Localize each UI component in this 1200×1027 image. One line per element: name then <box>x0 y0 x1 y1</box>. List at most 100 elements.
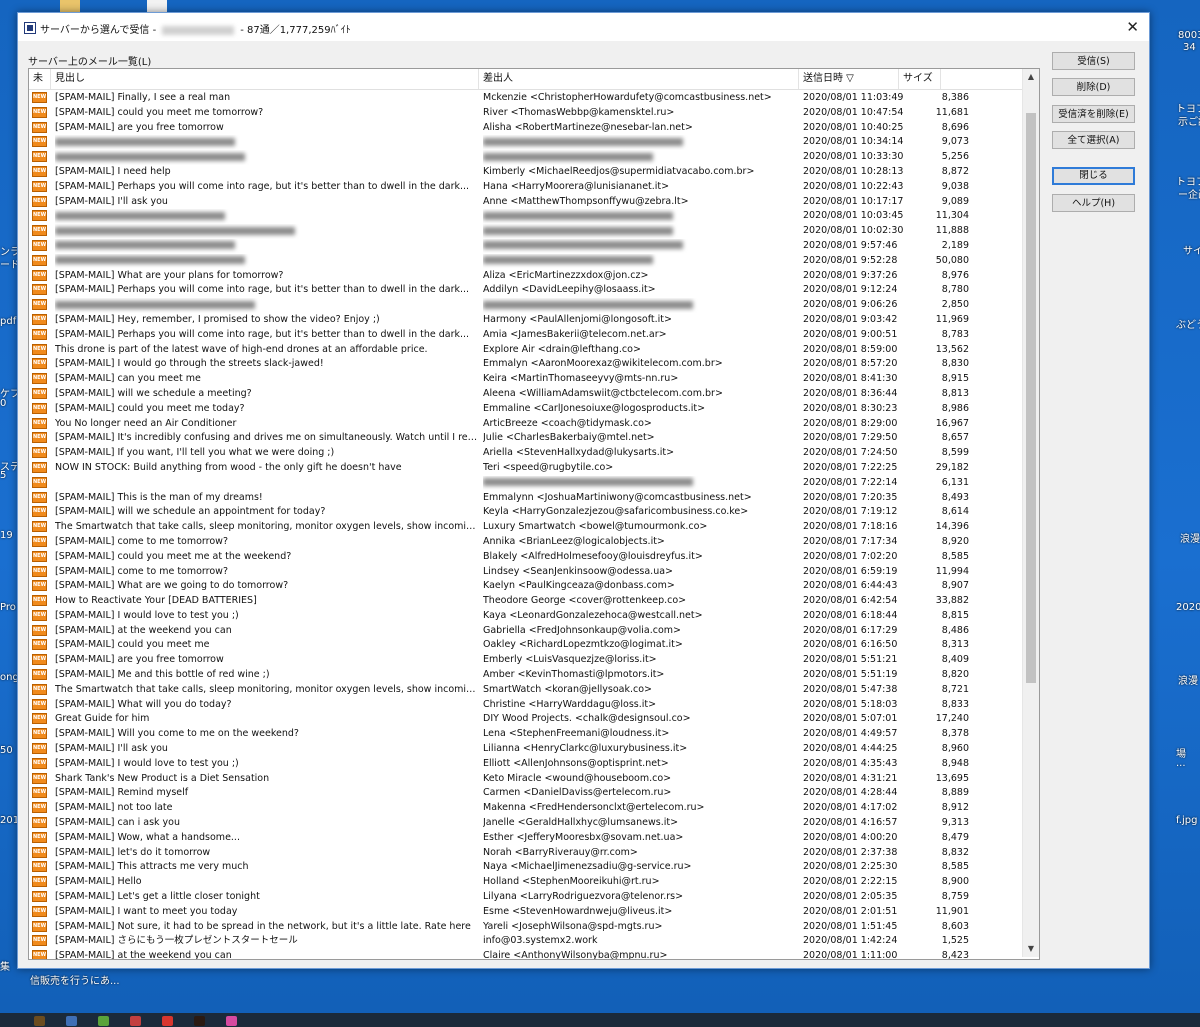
desktop-icon-label[interactable]: ー企画 <box>1178 186 1200 201</box>
mail-row[interactable]: NEW [SPAM-MAIL] This is the man of my dre… <box>29 491 1022 506</box>
mail-row[interactable]: NEW [SPAM-MAIL] What will you do today? Ch… <box>29 698 1022 713</box>
mail-row[interactable]: NEW [SPAM-MAIL] at the weekend you can Cla… <box>29 949 1022 959</box>
desktop-icon-label[interactable]: 浪漫 <box>1180 530 1200 545</box>
mail-row[interactable]: NEW [SPAM-MAIL] Perhaps you will come int… <box>29 328 1022 343</box>
mail-row[interactable]: NEW [SPAM-MAIL] I need help Kimberly <Mich… <box>29 165 1022 180</box>
mail-row[interactable]: NEW [SPAM-MAIL] will we schedule a meetin… <box>29 387 1022 402</box>
mail-row[interactable]: NEW [SPAM-MAIL] I would love to test you … <box>29 609 1022 624</box>
desktop-icon-label[interactable]: サイ <box>1183 242 1200 257</box>
column-header-unread[interactable]: 未 <box>29 69 51 89</box>
mail-row[interactable]: NEW [SPAM-MAIL] could you meet me tomorro… <box>29 106 1022 121</box>
desktop-icon-label[interactable]: pdf <box>0 316 16 327</box>
mail-row[interactable]: NEW [SPAM-MAIL] come to me tomorrow? Linds… <box>29 565 1022 580</box>
desktop-icon-label[interactable]: 8003 <box>1178 30 1200 41</box>
server-mail-list[interactable]: 未 見出し 差出人 送信日時 ▽ サイズ NEW [SPAM-MAIL] Fina… <box>28 68 1040 960</box>
title-bar[interactable]: サーバーから選んで受信 - - 87通／1,777,259ﾊﾞｲﾄ ✕ <box>18 13 1149 41</box>
desktop-icon-label[interactable]: 示ご説 <box>1178 113 1200 128</box>
mail-row[interactable]: NEW [SPAM-MAIL] can i ask you Janelle <Ger… <box>29 816 1022 831</box>
scroll-up-icon[interactable]: ▲ <box>1023 69 1039 85</box>
mail-row[interactable]: NEW 2020/08/01 10:33:30 5,256 <box>29 150 1022 165</box>
mail-row[interactable]: NEW [SPAM-MAIL] Will you come to me on th… <box>29 727 1022 742</box>
column-header-from[interactable]: 差出人 <box>479 69 799 89</box>
desktop-icon-label[interactable]: 50 <box>0 745 13 756</box>
desktop-icon-label[interactable]: Pro <box>0 602 16 613</box>
mail-row[interactable]: NEW 2020/08/01 10:34:14 9,073 <box>29 135 1022 150</box>
help-button[interactable]: ヘルプ(H) <box>1052 194 1135 212</box>
mail-row[interactable]: NEW [SPAM-MAIL] could you meet me today? E… <box>29 402 1022 417</box>
scroll-thumb[interactable] <box>1026 113 1036 683</box>
taskbar-app-icon[interactable] <box>194 1016 205 1026</box>
delete-button[interactable]: 削除(D) <box>1052 78 1135 96</box>
taskbar-app-icon[interactable] <box>226 1016 237 1026</box>
mail-row[interactable]: NEW [SPAM-MAIL] Hello Holland <StephenMoor… <box>29 875 1022 890</box>
desktop-icon-label[interactable]: ... <box>1176 758 1186 769</box>
mail-row[interactable]: NEW Shark Tank's New Product is a Diet Se… <box>29 772 1022 787</box>
mail-row[interactable]: NEW [SPAM-MAIL] Not sure, it had to be sp… <box>29 920 1022 935</box>
select-all-button[interactable]: 全て選択(A) <box>1052 131 1135 149</box>
desktop-icon-label[interactable]: ong <box>0 672 19 683</box>
mail-row[interactable]: NEW 2020/08/01 9:06:26 2,850 <box>29 298 1022 313</box>
taskbar-app-icon[interactable] <box>66 1016 77 1026</box>
mail-row[interactable]: NEW 2020/08/01 10:02:30 11,888 <box>29 224 1022 239</box>
desktop-icon-label[interactable]: 0 <box>0 398 6 409</box>
taskbar-app-icon[interactable] <box>162 1016 173 1026</box>
mail-row[interactable]: NEW [SPAM-MAIL] If you want, I'll tell yo… <box>29 446 1022 461</box>
mail-row[interactable]: NEW [SPAM-MAIL] I'll ask you Lilianna <Hen… <box>29 742 1022 757</box>
desktop-icon-label[interactable]: 19 <box>0 530 13 541</box>
mail-row[interactable]: NEW The Smartwatch that take calls, sleep… <box>29 683 1022 698</box>
mail-row[interactable]: NEW How to Reactivate Your [DEAD BATTERIE… <box>29 594 1022 609</box>
mail-row[interactable]: NEW This drone is part of the latest wave… <box>29 343 1022 358</box>
taskbar-app-icon[interactable] <box>34 1016 45 1026</box>
mail-row[interactable]: NEW [SPAM-MAIL] let's do it tomorrow Norah… <box>29 846 1022 861</box>
mail-row[interactable]: NEW [SPAM-MAIL] I would go through the st… <box>29 357 1022 372</box>
mail-row[interactable]: NEW 2020/08/01 7:22:14 6,131 <box>29 476 1022 491</box>
mail-row[interactable]: NEW [SPAM-MAIL] are you free tomorrow Alis… <box>29 121 1022 136</box>
desktop-icon-label[interactable]: 集 <box>0 958 10 973</box>
desktop-icon-label[interactable]: ぶどう <box>1176 316 1200 331</box>
mail-row[interactable]: NEW [SPAM-MAIL] Let's get a little closer… <box>29 890 1022 905</box>
vertical-scrollbar[interactable]: ▲ ▼ <box>1022 69 1039 957</box>
mail-row[interactable]: NEW [SPAM-MAIL] Perhaps you will come int… <box>29 283 1022 298</box>
column-header-size[interactable]: サイズ <box>899 69 941 89</box>
mail-row[interactable]: NEW [SPAM-MAIL] Finally, I see a real man… <box>29 91 1022 106</box>
mail-row[interactable]: NEW [SPAM-MAIL] I'll ask you Anne <Matthew… <box>29 195 1022 210</box>
mail-row[interactable]: NEW [SPAM-MAIL] Hey, remember, I promised… <box>29 313 1022 328</box>
close-button[interactable]: 閉じる <box>1052 167 1135 185</box>
mail-row[interactable]: NEW [SPAM-MAIL] could you meet me at the … <box>29 550 1022 565</box>
desktop-icon-label[interactable]: 5 <box>0 470 6 481</box>
scroll-down-icon[interactable]: ▼ <box>1023 941 1039 957</box>
desktop-icon-label[interactable]: 2020 <box>1176 602 1200 613</box>
mail-row[interactable]: NEW [SPAM-MAIL] Perhaps you will come int… <box>29 180 1022 195</box>
mail-row[interactable]: NEW [SPAM-MAIL] What are we going to do t… <box>29 579 1022 594</box>
mail-row[interactable]: NEW [SPAM-MAIL] will we schedule an appoi… <box>29 505 1022 520</box>
column-header-subject[interactable]: 見出し <box>51 69 479 89</box>
mail-row[interactable]: NEW [SPAM-MAIL] at the weekend you can Gab… <box>29 624 1022 639</box>
mail-row[interactable]: NEW [SPAM-MAIL] are you free tomorrow Embe… <box>29 653 1022 668</box>
mail-row[interactable]: NEW [SPAM-MAIL] What are your plans for t… <box>29 269 1022 284</box>
mail-row[interactable]: NEW Great Guide for him DIY Wood Projects.… <box>29 712 1022 727</box>
mail-row[interactable]: NEW [SPAM-MAIL] Remind myself Carmen <Dani… <box>29 786 1022 801</box>
column-header-date[interactable]: 送信日時 ▽ <box>799 69 899 89</box>
mail-row[interactable]: NEW [SPAM-MAIL] could you meet me Oakley <… <box>29 638 1022 653</box>
mail-row[interactable]: NEW [SPAM-MAIL] Me and this bottle of red… <box>29 668 1022 683</box>
mail-row[interactable]: NEW [SPAM-MAIL] I would love to test you … <box>29 757 1022 772</box>
desktop-icon-label[interactable]: 信販売を行うにあ... <box>30 972 120 987</box>
desktop-icon-label[interactable]: 浪漫 <box>1178 672 1198 687</box>
mail-row[interactable]: NEW You No longer need an Air Conditioner… <box>29 417 1022 432</box>
mail-row[interactable]: NEW 2020/08/01 10:03:45 11,304 <box>29 209 1022 224</box>
receive-button[interactable]: 受信(S) <box>1052 52 1135 70</box>
close-icon[interactable]: ✕ <box>1126 18 1139 36</box>
mail-row[interactable]: NEW 2020/08/01 9:52:28 50,080 <box>29 254 1022 269</box>
mail-row[interactable]: NEW [SPAM-MAIL] come to me tomorrow? Annik… <box>29 535 1022 550</box>
mail-row[interactable]: NEW [SPAM-MAIL] It's incredibly confusing… <box>29 431 1022 446</box>
mail-row[interactable]: NEW The Smartwatch that take calls, sleep… <box>29 520 1022 535</box>
mail-row[interactable]: NEW [SPAM-MAIL] さらにもう一枚プレゼントスタートセール info@0… <box>29 934 1022 949</box>
mail-row[interactable]: NEW 2020/08/01 9:57:46 2,189 <box>29 239 1022 254</box>
mail-row[interactable]: NEW NOW IN STOCK: Build anything from woo… <box>29 461 1022 476</box>
mail-row[interactable]: NEW [SPAM-MAIL] I want to meet you today E… <box>29 905 1022 920</box>
mail-row[interactable]: NEW [SPAM-MAIL] Wow, what a handsome... Es… <box>29 831 1022 846</box>
taskbar-app-icon[interactable] <box>130 1016 141 1026</box>
desktop-icon-label[interactable]: 34 <box>1183 42 1196 53</box>
taskbar-app-icon[interactable] <box>98 1016 109 1026</box>
desktop-icon-label[interactable]: f.jpg <box>1176 815 1197 826</box>
